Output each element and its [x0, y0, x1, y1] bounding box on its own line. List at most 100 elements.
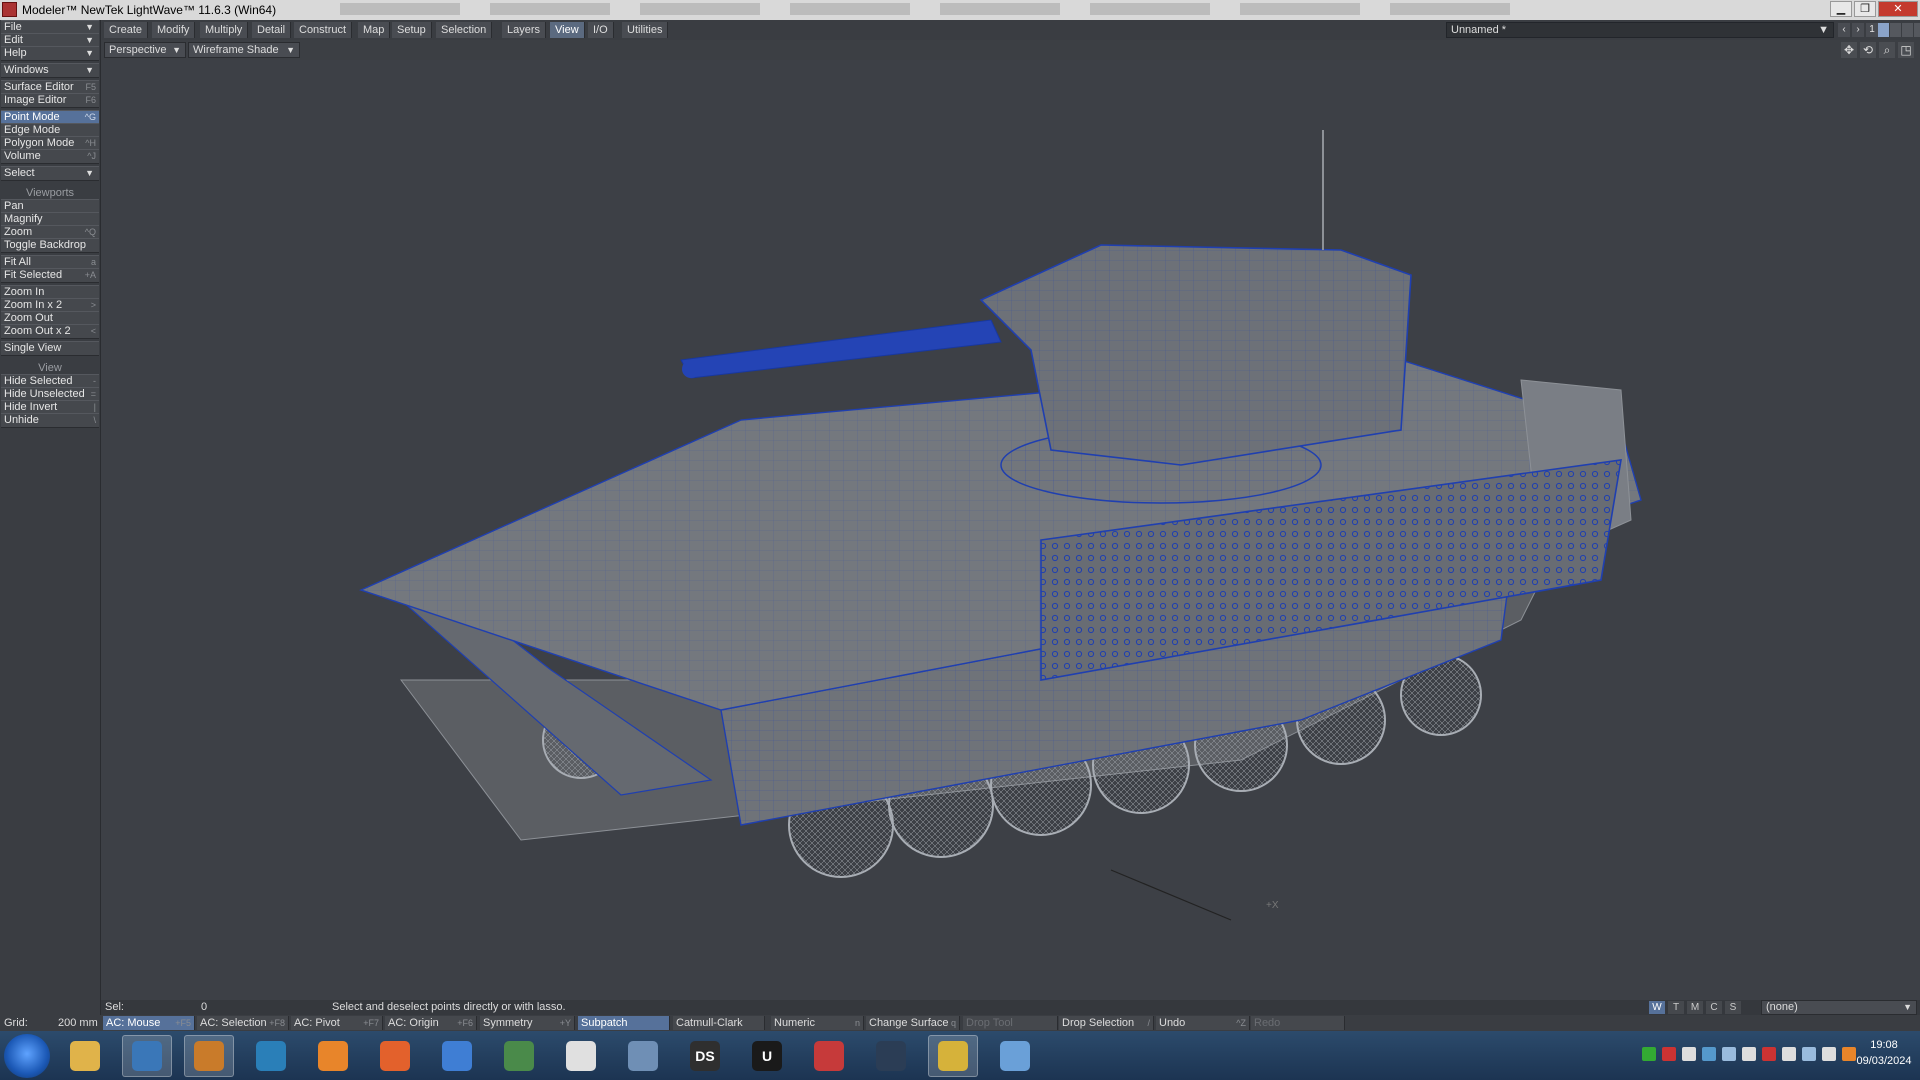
tray-icon[interactable]	[1742, 1047, 1756, 1061]
layer-slot[interactable]	[1902, 23, 1913, 37]
image-editor-button[interactable]: Image Editor F6	[1, 93, 99, 108]
move-view-icon[interactable]: ✥	[1841, 42, 1857, 58]
lightwave-app-icon[interactable]	[2, 2, 17, 17]
tab-construct[interactable]: Construct	[294, 22, 353, 38]
layer-slot[interactable]	[1890, 23, 1901, 37]
tray-icon[interactable]	[1782, 1047, 1796, 1061]
fit-selected-button[interactable]: Fit Selected +A	[1, 268, 99, 283]
taskbar-item[interactable]	[60, 1035, 110, 1077]
chevron-right-icon[interactable]: ›	[1852, 23, 1864, 37]
projection-dropdown[interactable]: Perspective ▼	[104, 42, 186, 58]
tray-icon[interactable]	[1762, 1047, 1776, 1061]
color-map-toggle[interactable]: C	[1706, 1001, 1722, 1014]
file-explorer-icon	[70, 1041, 100, 1071]
taskbar-item[interactable]	[308, 1035, 358, 1077]
taskbar-item[interactable]	[928, 1035, 978, 1077]
subpatch-type-dropdown[interactable]: Catmull-Clark	[673, 1016, 765, 1030]
tab-layers[interactable]: Layers	[502, 22, 547, 38]
start-button[interactable]	[4, 1034, 50, 1078]
ac-pivot-button[interactable]: AC: Pivot +F7	[291, 1016, 383, 1030]
windows-menu[interactable]: Windows ▼	[1, 63, 99, 78]
layer-slot[interactable]	[1878, 23, 1889, 37]
ac-selection-button[interactable]: AC: Selection +F8	[197, 1016, 289, 1030]
tab-map[interactable]: Map	[358, 22, 391, 38]
shading-dropdown[interactable]: Wireframe Shade ▼	[188, 42, 300, 58]
layer-slot[interactable]	[1914, 23, 1920, 37]
select-dropdown[interactable]: Select ▼	[1, 166, 99, 181]
grid-label: Grid:	[4, 1017, 28, 1029]
tab-multiply[interactable]: Multiply	[200, 22, 249, 38]
weight-map-toggle[interactable]: W	[1649, 1001, 1665, 1014]
selection-set-toggle[interactable]: S	[1725, 1001, 1741, 1014]
tab-io[interactable]: I/O	[588, 22, 614, 38]
ac-mouse-button[interactable]: AC: Mouse +F5	[103, 1016, 195, 1030]
single-view-button[interactable]: Single View	[1, 341, 99, 356]
taskbar-item[interactable]	[122, 1035, 172, 1077]
tab-utilities[interactable]: Utilities	[622, 22, 669, 38]
help-menu[interactable]: Help ▼	[1, 46, 99, 61]
maximize-viewport-icon[interactable]: ◳	[1898, 42, 1914, 58]
unhide-button[interactable]: Unhide \	[1, 413, 99, 428]
tray-icon[interactable]	[1682, 1047, 1696, 1061]
texture-map-toggle[interactable]: T	[1668, 1001, 1684, 1014]
symmetry-button[interactable]: Symmetry +Y	[480, 1016, 575, 1030]
numeric-button[interactable]: Numeric n	[771, 1016, 864, 1030]
taskbar-item[interactable]	[432, 1035, 482, 1077]
taskbar-item[interactable]	[370, 1035, 420, 1077]
taskbar-item[interactable]	[556, 1035, 606, 1077]
tray-icon[interactable]	[1722, 1047, 1736, 1061]
tab-setup[interactable]: Setup	[392, 22, 432, 38]
subpatch-button[interactable]: Subpatch	[578, 1016, 670, 1030]
taskbar-item[interactable]	[804, 1035, 854, 1077]
maximize-button[interactable]: ❐	[1854, 1, 1876, 17]
bottom-toolbar: Grid: 200 mm AC: Mouse +F5 AC: Selection +…	[0, 1015, 1920, 1031]
selection-label: Sel:	[105, 1001, 124, 1013]
taskbar-item[interactable]	[866, 1035, 916, 1077]
clock[interactable]: 19:08 09/03/2024	[1854, 1037, 1914, 1069]
windows-taskbar: DS U 19:08 09/03/2024	[0, 1031, 1920, 1080]
redo-button[interactable]: Redo	[1251, 1016, 1345, 1030]
taskbar-item[interactable]	[184, 1035, 234, 1077]
gun-barrel	[680, 319, 1002, 379]
taskbar-item[interactable]	[246, 1035, 296, 1077]
wtmcs-toggles: W T M C S	[1649, 1001, 1741, 1014]
tab-detail[interactable]: Detail	[252, 22, 292, 38]
taskbar-item[interactable]: DS	[680, 1035, 730, 1077]
drop-tool-button[interactable]: Drop Tool	[963, 1016, 1058, 1030]
grid-value: 200 mm	[58, 1017, 98, 1029]
thunderbird-icon	[442, 1041, 472, 1071]
scene-selector[interactable]: Unnamed * ▼	[1446, 22, 1834, 38]
blender-icon	[318, 1041, 348, 1071]
hint-text: Select and deselect points directly or w…	[332, 1001, 566, 1013]
tab-create[interactable]: Create	[104, 22, 149, 38]
volume-mode-button[interactable]: Volume ^J	[1, 149, 99, 164]
taskbar-item[interactable]: U	[742, 1035, 792, 1077]
morph-map-toggle[interactable]: M	[1687, 1001, 1703, 1014]
taskbar-item[interactable]	[494, 1035, 544, 1077]
close-button[interactable]: ✕	[1878, 1, 1918, 17]
3d-viewport[interactable]: +X	[101, 60, 1920, 1000]
tray-icon[interactable]	[1802, 1047, 1816, 1061]
taskbar-item[interactable]	[618, 1035, 668, 1077]
tab-view[interactable]: View	[550, 22, 585, 38]
toggle-backdrop-button[interactable]: Toggle Backdrop	[1, 238, 99, 253]
taskbar-item[interactable]	[990, 1035, 1040, 1077]
ac-origin-button[interactable]: AC: Origin +F6	[385, 1016, 477, 1030]
rotate-view-icon[interactable]: ⟲	[1860, 42, 1876, 58]
tray-icon[interactable]	[1642, 1047, 1656, 1061]
vertex-map-dropdown[interactable]: (none) ▼	[1761, 1000, 1917, 1015]
tab-modify[interactable]: Modify	[152, 22, 196, 38]
undo-button[interactable]: Undo ^Z	[1156, 1016, 1250, 1030]
tray-icon[interactable]	[1822, 1047, 1836, 1061]
zoom-view-icon[interactable]: ⌕	[1879, 42, 1895, 58]
minimize-button[interactable]: ▁	[1830, 1, 1852, 17]
tank-model-wireframe: +X	[359, 130, 1642, 921]
tray-icon[interactable]	[1702, 1047, 1716, 1061]
zoom-out-x2-button[interactable]: Zoom Out x 2 <	[1, 324, 99, 339]
tab-selection[interactable]: Selection	[436, 22, 493, 38]
change-surface-button[interactable]: Change Surface q	[866, 1016, 960, 1030]
drop-selection-button[interactable]: Drop Selection /	[1059, 1016, 1154, 1030]
firefox-icon	[380, 1041, 410, 1071]
chevron-left-icon[interactable]: ‹	[1838, 23, 1850, 37]
tray-icon[interactable]	[1662, 1047, 1676, 1061]
